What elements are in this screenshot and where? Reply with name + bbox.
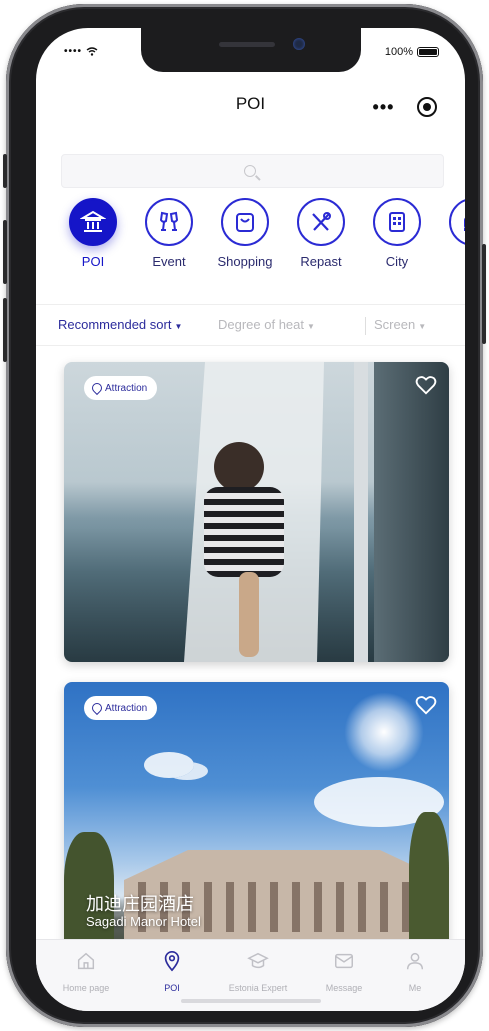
filter-screen[interactable]: Screen ▼ xyxy=(374,317,426,332)
shopping-bag-icon xyxy=(221,198,269,246)
app-screen: •••• 100% POI ••• POI Event Shopping Rep… xyxy=(36,28,465,1011)
search-input[interactable] xyxy=(61,154,444,188)
mute-switch xyxy=(3,154,7,188)
tab-me[interactable]: Me xyxy=(372,950,458,993)
category-poi[interactable]: POI xyxy=(58,198,128,269)
poi-card[interactable]: Attraction xyxy=(64,362,449,662)
fork-knife-icon xyxy=(297,198,345,246)
divider xyxy=(365,317,366,335)
location-pin-icon xyxy=(89,700,105,716)
poi-card[interactable]: Attraction 加迪庄园酒店 Sagadi Manor Hotel xyxy=(64,682,449,982)
person-icon xyxy=(406,952,424,970)
sun-image xyxy=(344,692,424,772)
sort-recommended[interactable]: Recommended sort ▼ xyxy=(58,317,182,332)
speaker xyxy=(219,42,275,47)
location-pin-icon xyxy=(89,380,105,396)
caret-down-icon: ▼ xyxy=(418,322,427,331)
category-event[interactable]: Event xyxy=(134,198,204,269)
sort-heat[interactable]: Degree of heat ▼ xyxy=(218,317,315,332)
search-icon xyxy=(243,165,256,177)
front-camera xyxy=(293,38,305,50)
category-city[interactable]: City xyxy=(362,198,432,269)
museum-icon xyxy=(69,198,117,246)
tab-label: POI xyxy=(164,983,180,993)
wifi-icon xyxy=(86,47,98,56)
tab-label: Estonia Expert xyxy=(228,983,288,993)
caret-down-icon: ▼ xyxy=(174,322,183,331)
power-button xyxy=(482,244,486,344)
sort-label: Screen xyxy=(374,317,416,332)
category-label: Event xyxy=(152,254,186,269)
sailor-body-image xyxy=(204,487,284,577)
phone-frame: •••• 100% POI ••• POI Event Shopping Rep… xyxy=(3,4,486,1027)
signal-icon: •••• xyxy=(64,46,83,57)
category-badge: Attraction xyxy=(84,696,158,720)
volume-up-button xyxy=(3,220,7,284)
heart-icon[interactable] xyxy=(415,694,437,716)
hotel-icon xyxy=(449,198,465,246)
title-bar: POI ••• xyxy=(36,88,465,124)
caret-down-icon: ▼ xyxy=(307,322,315,331)
battery-icon xyxy=(417,47,439,57)
tab-label: Me xyxy=(408,983,422,993)
sort-label: Degree of heat xyxy=(218,317,305,332)
card-subtitle: Sagadi Manor Hotel xyxy=(86,914,201,929)
status-bar-right: 100% xyxy=(385,46,439,58)
sailor-head-image xyxy=(214,442,264,492)
category-badge: Attraction xyxy=(84,376,158,400)
message-icon xyxy=(335,953,353,969)
bottom-tab-bar: Home page POI Estonia Expert Message Me xyxy=(36,939,465,1011)
more-icon[interactable]: ••• xyxy=(373,97,395,118)
cheers-icon xyxy=(145,198,193,246)
cloud-image xyxy=(144,752,194,778)
building-icon xyxy=(373,198,421,246)
tree-image xyxy=(409,812,449,952)
category-label: City xyxy=(385,254,409,269)
category-label: POI xyxy=(81,254,105,269)
status-bar-left: •••• xyxy=(64,46,98,57)
home-icon xyxy=(77,952,95,970)
mast-image xyxy=(354,362,368,662)
notch xyxy=(141,28,361,72)
tab-home[interactable]: Home page xyxy=(43,950,129,993)
home-indicator[interactable] xyxy=(181,999,321,1003)
heart-icon[interactable] xyxy=(415,374,437,396)
close-target-icon[interactable] xyxy=(417,97,438,117)
graduation-cap-icon xyxy=(247,952,269,969)
category-label: Repast xyxy=(300,254,342,269)
location-pin-icon xyxy=(164,951,180,972)
badge-label: Attraction xyxy=(105,702,148,714)
sailor-leg-image xyxy=(239,572,259,657)
category-label: H xyxy=(438,254,465,269)
rigging-image xyxy=(374,362,449,662)
mini-program-capsule: ••• xyxy=(361,92,449,122)
category-label: Shopping xyxy=(217,254,273,269)
tab-poi[interactable]: POI xyxy=(129,950,215,993)
category-scroller[interactable]: POI Event Shopping Repast City xyxy=(36,198,465,284)
sort-bar: Recommended sort ▼ Degree of heat ▼ Screen… xyxy=(36,304,465,346)
category-shopping[interactable]: Shopping xyxy=(210,198,280,269)
badge-label: Attraction xyxy=(105,382,148,394)
category-repast[interactable]: Repast xyxy=(286,198,356,269)
sort-label: Recommended sort xyxy=(58,317,172,332)
card-title: 加迪庄园酒店 xyxy=(86,894,194,914)
tab-estonia-expert[interactable]: Estonia Expert xyxy=(215,950,301,993)
battery-percent: 100% xyxy=(384,46,413,58)
tab-label: Home page xyxy=(62,983,110,993)
category-hotel[interactable]: H xyxy=(438,198,465,269)
volume-down-button xyxy=(3,298,7,362)
